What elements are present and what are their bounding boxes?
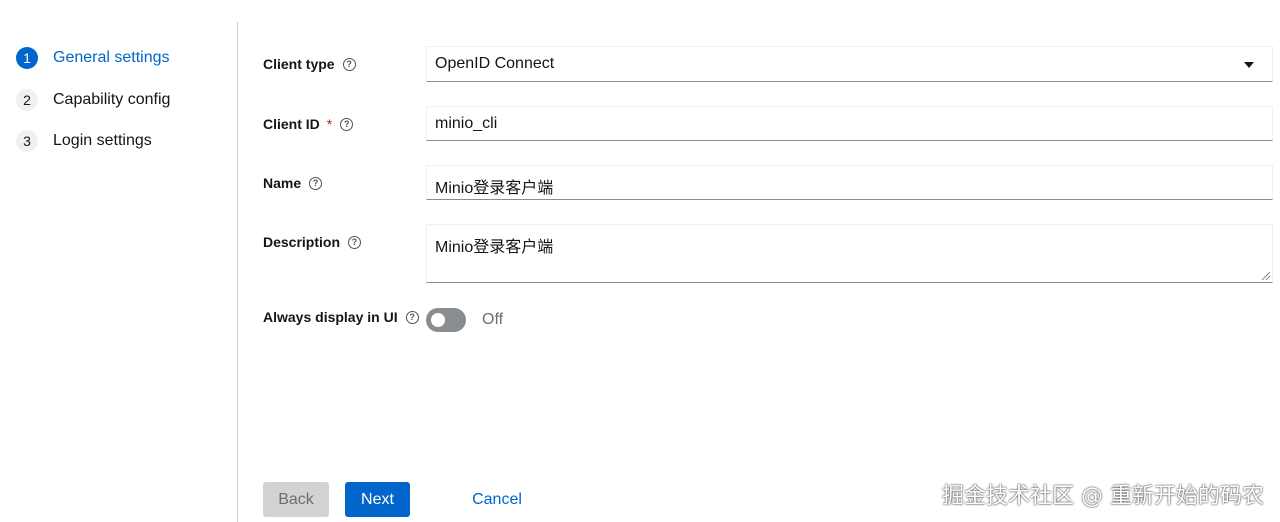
description-textarea[interactable]: Minio登录客户端 — [426, 224, 1273, 283]
step-label: General settings — [53, 49, 170, 66]
caret-down-icon — [1244, 62, 1254, 68]
wizard-step-general-settings[interactable]: 1 General settings — [16, 47, 170, 69]
always-display-label-row: Always display in UI ? — [263, 309, 419, 325]
resize-handle-icon[interactable] — [1262, 272, 1270, 280]
name-input[interactable]: Minio登录客户端 — [426, 165, 1273, 200]
help-icon[interactable]: ? — [342, 57, 356, 71]
required-marker: * — [326, 116, 333, 132]
client-id-label: Client ID * ? — [263, 116, 354, 132]
client-type-label: Client type ? — [263, 56, 356, 72]
description-label-text: Description — [263, 234, 341, 250]
name-value: Minio登录客户端 — [435, 180, 554, 197]
step-number: 1 — [16, 47, 38, 69]
client-type-select[interactable]: OpenID Connect — [426, 46, 1273, 82]
wizard-step-capability-config[interactable]: 2 Capability config — [16, 89, 170, 111]
name-label-text: Name — [263, 175, 302, 191]
client-id-input[interactable]: minio_cli — [426, 106, 1273, 141]
client-id-label-row: Client ID * ? — [263, 116, 354, 132]
always-display-label: Always display in UI ? — [263, 309, 419, 325]
back-button[interactable]: Back — [263, 482, 329, 517]
help-icon[interactable]: ? — [340, 117, 354, 131]
always-display-state: Off — [482, 311, 504, 328]
description-label: Description ? — [263, 234, 362, 250]
always-display-label-text: Always display in UI — [263, 309, 398, 325]
name-label: Name ? — [263, 175, 323, 191]
help-icon[interactable]: ? — [348, 235, 362, 249]
step-label: Login settings — [53, 132, 152, 149]
client-type-value: OpenID Connect — [435, 55, 555, 72]
step-number: 2 — [16, 89, 38, 111]
description-label-row: Description ? — [263, 234, 362, 250]
help-icon[interactable]: ? — [309, 176, 323, 190]
toggle-knob — [431, 313, 445, 327]
cancel-button[interactable]: Cancel — [463, 482, 531, 517]
client-id-label-text: Client ID — [263, 116, 320, 132]
step-number: 3 — [16, 130, 38, 152]
description-value: Minio登录客户端 — [435, 239, 554, 256]
watermark: 掘金技术社区 @ 重新开始的码农 — [942, 484, 1264, 509]
client-type-label-text: Client type — [263, 56, 335, 72]
name-label-row: Name ? — [263, 175, 323, 191]
next-button[interactable]: Next — [345, 482, 410, 517]
client-id-value: minio_cli — [435, 115, 498, 132]
always-display-toggle[interactable] — [426, 308, 466, 332]
help-icon[interactable]: ? — [405, 310, 419, 324]
step-label: Capability config — [53, 91, 171, 108]
wizard-nav: 1 General settings 2 Capability config 3… — [0, 22, 238, 522]
client-type-label-row: Client type ? — [263, 56, 356, 72]
wizard-step-login-settings[interactable]: 3 Login settings — [16, 130, 152, 152]
